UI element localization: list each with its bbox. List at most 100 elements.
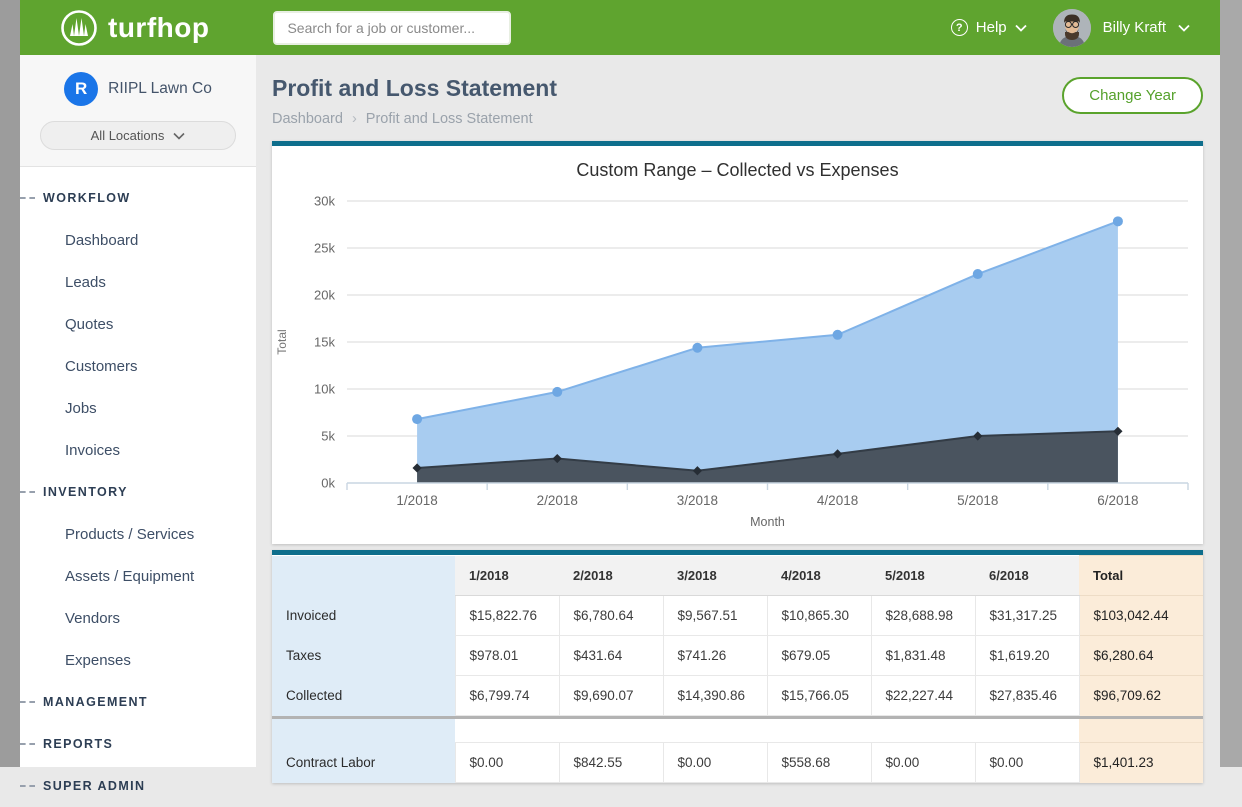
spacer-cell (455, 719, 559, 743)
pl-table: 1/20182/20183/20184/20185/20186/2018Tota… (272, 555, 1203, 783)
sidebar-item-assets-equipment[interactable]: Assets / Equipment (20, 555, 256, 597)
sidebar-section-reports[interactable]: REPORTS (20, 723, 256, 765)
sidebar-section-label: REPORTS (43, 737, 113, 751)
sidebar-item-customers[interactable]: Customers (20, 345, 256, 387)
row-value: $0.00 (663, 743, 767, 783)
spacer-cell (663, 719, 767, 743)
spacer-cell (975, 719, 1079, 743)
svg-text:5/2018: 5/2018 (957, 493, 998, 508)
row-value: $431.64 (559, 636, 663, 676)
sidebar-item-invoices[interactable]: Invoices (20, 429, 256, 471)
topbar: turfhop ? Help (20, 0, 1220, 55)
svg-text:1/2018: 1/2018 (396, 493, 437, 508)
table-row-invoiced: Invoiced$15,822.76$6,780.64$9,567.51$10,… (272, 596, 1203, 636)
header-month-cell: 5/2018 (871, 556, 975, 596)
brand-name: turfhop (108, 12, 209, 44)
spacer-cell (767, 719, 871, 743)
section-dash-icon (20, 743, 35, 745)
grass-logo-icon (60, 9, 98, 47)
row-label: Invoiced (272, 596, 455, 636)
table-row-contract-labor: Contract Labor$0.00$842.55$0.00$558.68$0… (272, 743, 1203, 783)
sidebar-section-super-admin[interactable]: SUPER ADMIN (20, 765, 256, 807)
chevron-down-icon (173, 132, 185, 140)
row-total: $1,401.23 (1079, 743, 1203, 783)
svg-text:10k: 10k (314, 382, 335, 397)
sidebar-item-products-services[interactable]: Products / Services (20, 513, 256, 555)
sidebar-item-vendors[interactable]: Vendors (20, 597, 256, 639)
row-value: $842.55 (559, 743, 663, 783)
row-value: $6,780.64 (559, 596, 663, 636)
sidebar-section-label: INVENTORY (43, 485, 128, 499)
svg-text:2/2018: 2/2018 (537, 493, 578, 508)
svg-text:Total: Total (275, 329, 289, 354)
row-value: $27,835.46 (975, 676, 1079, 716)
data-point-collected (412, 414, 422, 424)
row-value: $0.00 (975, 743, 1079, 783)
row-value: $9,567.51 (663, 596, 767, 636)
spacer-row (272, 719, 1203, 743)
svg-text:5k: 5k (321, 429, 335, 444)
company-logo-badge: R (64, 72, 98, 106)
window-edge-left (0, 0, 20, 767)
svg-text:6/2018: 6/2018 (1097, 493, 1138, 508)
spacer-cell (559, 719, 663, 743)
table-row-collected: Collected$6,799.74$9,690.07$14,390.86$15… (272, 676, 1203, 716)
sidebar-item-expenses[interactable]: Expenses (20, 639, 256, 681)
row-value: $31,317.25 (975, 596, 1079, 636)
row-value: $0.00 (455, 743, 559, 783)
row-value: $15,766.05 (767, 676, 871, 716)
help-menu[interactable]: ? Help (951, 19, 1027, 36)
pl-table-head: 1/20182/20183/20184/20185/20186/2018Tota… (272, 556, 1203, 596)
change-year-button[interactable]: Change Year (1062, 77, 1203, 114)
svg-text:Month: Month (750, 515, 785, 529)
chevron-down-icon (1015, 24, 1027, 32)
sidebar-item-leads[interactable]: Leads (20, 261, 256, 303)
spacer-cell (871, 719, 975, 743)
section-dash-icon (20, 785, 35, 787)
pl-area-chart[interactable]: 0k5k10k15k20k25k30k1/20182/20183/20184/2… (272, 181, 1203, 541)
row-label: Contract Labor (272, 743, 455, 783)
row-total: $6,280.64 (1079, 636, 1203, 676)
location-selector[interactable]: All Locations (40, 121, 236, 150)
user-menu[interactable]: Billy Kraft (1053, 9, 1190, 47)
help-icon: ? (951, 19, 968, 36)
sidebar: R RIIPL Lawn Co All Locations WORKFLOWDa… (20, 55, 256, 767)
row-value: $15,822.76 (455, 596, 559, 636)
svg-text:15k: 15k (314, 335, 335, 350)
header-month-cell: 3/2018 (663, 556, 767, 596)
sidebar-item-dashboard[interactable]: Dashboard (20, 219, 256, 261)
search-input[interactable] (273, 11, 511, 45)
scrollbar-track[interactable] (1220, 0, 1242, 767)
row-value: $978.01 (455, 636, 559, 676)
sidebar-section-management[interactable]: MANAGEMENT (20, 681, 256, 723)
sidebar-nav: WORKFLOWDashboardLeadsQuotesCustomersJob… (20, 167, 256, 807)
sidebar-section-label: MANAGEMENT (43, 695, 148, 709)
pl-table-body: Invoiced$15,822.76$6,780.64$9,567.51$10,… (272, 596, 1203, 783)
breadcrumb-dashboard[interactable]: Dashboard (272, 111, 343, 127)
company-name: RIIPL Lawn Co (108, 80, 212, 98)
data-point-collected (833, 330, 843, 340)
sidebar-section-inventory[interactable]: INVENTORY (20, 471, 256, 513)
data-point-collected (692, 343, 702, 353)
sidebar-item-jobs[interactable]: Jobs (20, 387, 256, 429)
svg-text:0k: 0k (321, 476, 335, 491)
help-label: Help (976, 19, 1007, 36)
row-value: $9,690.07 (559, 676, 663, 716)
row-value: $558.68 (767, 743, 871, 783)
breadcrumb-current: Profit and Loss Statement (366, 111, 533, 127)
row-value: $22,227.44 (871, 676, 975, 716)
app-window: turfhop ? Help (20, 0, 1220, 767)
chart-card: Custom Range – Collected vs Expenses 0k5… (272, 141, 1203, 544)
row-label: Collected (272, 676, 455, 716)
header-month-cell: 2/2018 (559, 556, 663, 596)
sidebar-section-workflow[interactable]: WORKFLOW (20, 177, 256, 219)
spacer-label-cell (272, 719, 455, 743)
spacer-total-cell (1079, 719, 1203, 743)
turfhop-logo[interactable]: turfhop (60, 9, 209, 47)
sidebar-item-quotes[interactable]: Quotes (20, 303, 256, 345)
section-dash-icon (20, 197, 35, 199)
data-point-collected (973, 269, 983, 279)
row-value: $6,799.74 (455, 676, 559, 716)
avatar (1053, 9, 1091, 47)
data-point-collected (1113, 216, 1123, 226)
